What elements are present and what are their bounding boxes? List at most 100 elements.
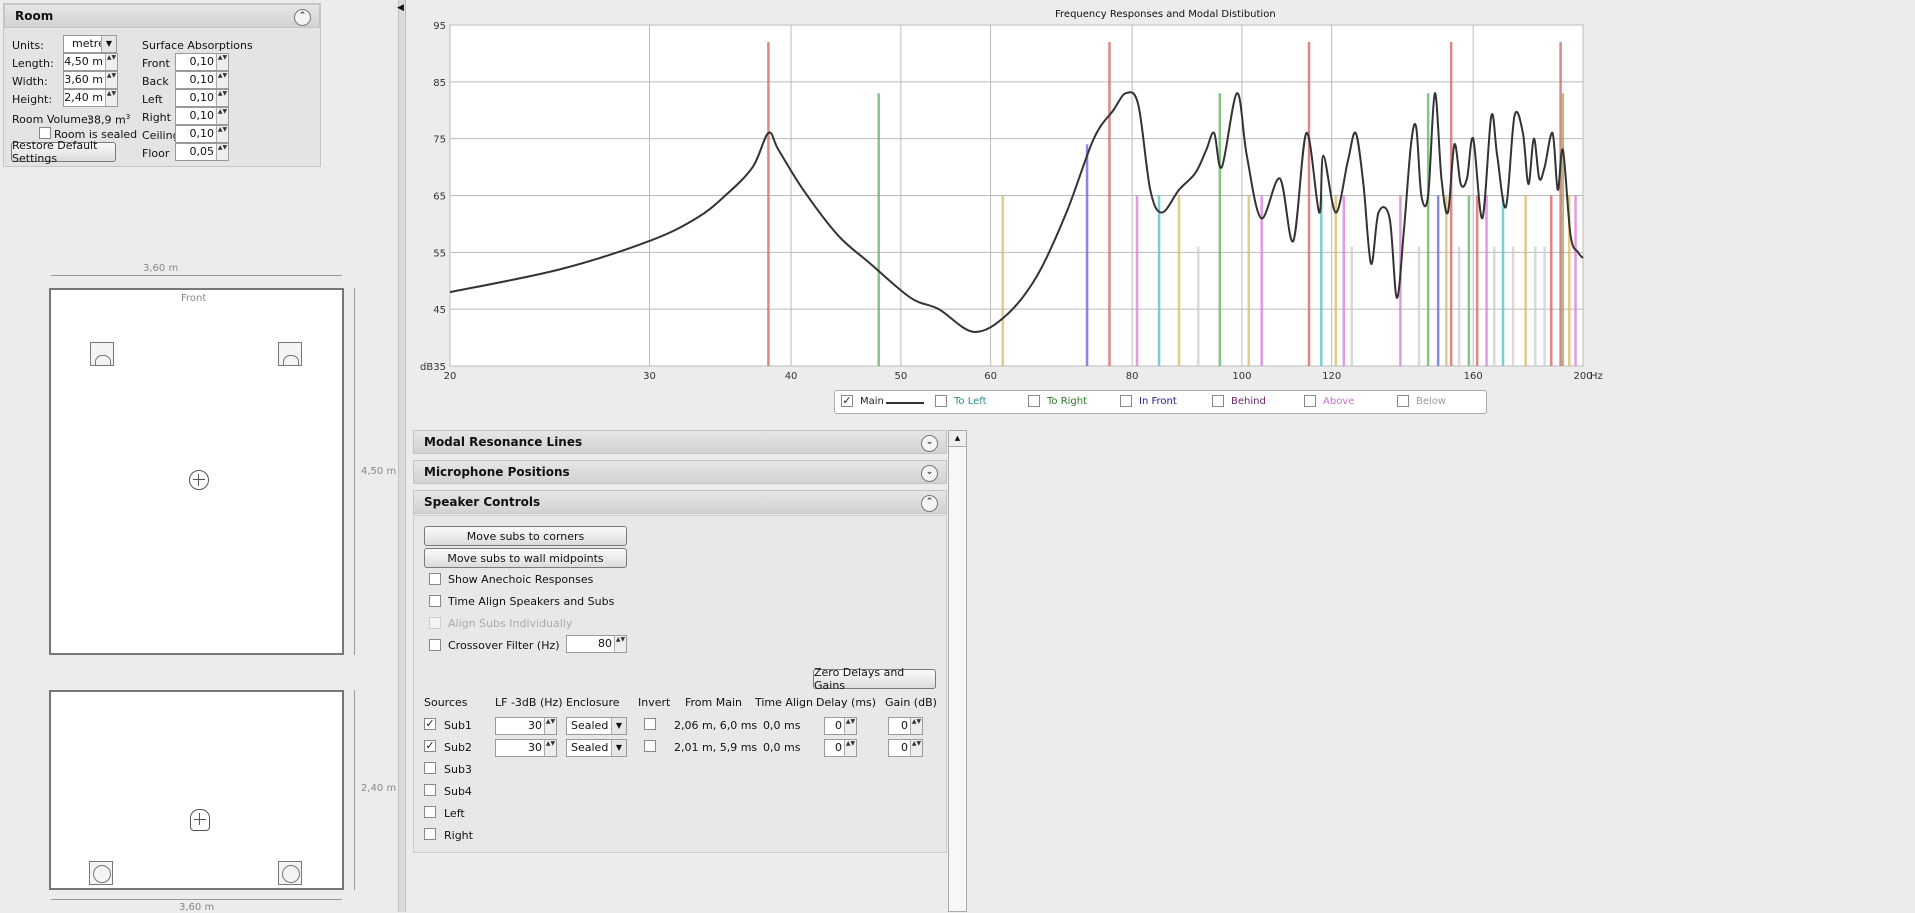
width-value: 3,60 m [64, 73, 103, 86]
source-checkbox-4[interactable] [424, 806, 436, 818]
collapse-up-icon[interactable]: ⌃ [921, 495, 938, 512]
x-unit-label: Hz [1590, 371, 1603, 382]
surface-value: 0,10 [189, 73, 215, 86]
source-checkbox-3[interactable] [424, 784, 436, 796]
length-spinner[interactable]: 4,50 m ▲▼ [63, 53, 118, 71]
spin-arrows-icon[interactable]: ▲▼ [216, 108, 228, 124]
x-tick-label: 40 [785, 371, 798, 382]
y-tick-label: 55 [433, 248, 446, 259]
elevation-bottom-dimension-line [51, 899, 342, 900]
restore-defaults-button[interactable]: Restore Default Settings [11, 139, 116, 165]
units-select[interactable]: metres ▼ [63, 35, 117, 53]
surface-label-3: Right [142, 111, 171, 124]
spin-arrows-icon[interactable]: ▲▼ [544, 718, 556, 734]
spin-arrows-icon[interactable]: ▲▼ [844, 740, 856, 756]
spin-arrows-icon[interactable]: ▲▼ [216, 144, 228, 160]
speaker-right-icon[interactable] [278, 342, 302, 366]
legend-checkbox-5[interactable] [1304, 395, 1316, 407]
spin-arrows-icon[interactable]: ▲▼ [216, 72, 228, 88]
speaker-controls-panel-header[interactable]: Speaker Controls ⌃ [413, 490, 947, 514]
spin-arrows-icon[interactable]: ▲▼ [910, 740, 922, 756]
legend-label-1: To Left [954, 396, 987, 407]
source-lf-value: 30 [528, 719, 542, 732]
spin-arrows-icon[interactable]: ▲▼ [544, 740, 556, 756]
move-subs-corners-button[interactable]: Move subs to corners [424, 526, 627, 546]
dropdown-arrow-icon[interactable]: ▼ [611, 740, 626, 756]
spin-arrows-icon[interactable]: ▲▼ [105, 72, 117, 88]
legend-checkbox-6[interactable] [1397, 395, 1409, 407]
source-checkbox-5[interactable] [424, 828, 436, 840]
spin-arrows-icon[interactable]: ▲▼ [844, 718, 856, 734]
panel-scrollbar[interactable]: ▲ [948, 430, 967, 912]
source-invert-checkbox[interactable] [644, 718, 656, 730]
source-lf-spinner[interactable]: 30 ▲▼ [495, 739, 557, 757]
length-label: Length: [12, 57, 54, 70]
width-spinner[interactable]: 3,60 m ▲▼ [63, 71, 118, 89]
time-align-checkbox[interactable] [429, 595, 441, 607]
room-plan-top[interactable]: Front [49, 288, 344, 655]
room-sealed-checkbox[interactable] [39, 127, 51, 139]
frequency-response-chart[interactable]: 20 30 40 50 60 80 100 120 160 20035455565758595dB… [410, 20, 1915, 390]
sub2-elevation-icon[interactable] [278, 861, 302, 885]
dropdown-arrow-icon[interactable]: ▼ [101, 36, 116, 52]
scroll-up-button[interactable]: ▲ [949, 431, 966, 447]
sub1-elevation-icon[interactable] [89, 861, 113, 885]
source-lf-spinner[interactable]: 30 ▲▼ [495, 717, 557, 735]
source-checkbox-2[interactable] [424, 762, 436, 774]
spin-arrows-icon[interactable]: ▲▼ [910, 718, 922, 734]
surface-spinner-3[interactable]: 0,10 ▲▼ [175, 107, 229, 125]
room-panel-header[interactable]: Room ⌃ [4, 4, 320, 28]
splitter[interactable]: ◀ [397, 0, 406, 912]
room-plan-elevation[interactable] [49, 690, 344, 890]
surface-spinner-4[interactable]: 0,10 ▲▼ [175, 125, 229, 143]
legend-checkbox-2[interactable] [1028, 395, 1040, 407]
spin-arrows-icon[interactable]: ▲▼ [105, 90, 117, 106]
dropdown-arrow-icon[interactable]: ▼ [611, 718, 626, 734]
spin-arrows-icon[interactable]: ▲▼ [105, 54, 117, 70]
elevation-side-dimension-line [354, 690, 355, 890]
spin-arrows-icon[interactable]: ▲▼ [614, 636, 626, 652]
source-name-3: Sub4 [444, 785, 472, 798]
surface-spinner-1[interactable]: 0,10 ▲▼ [175, 71, 229, 89]
spin-arrows-icon[interactable]: ▲▼ [216, 126, 228, 142]
height-spinner[interactable]: 2,40 m ▲▼ [63, 89, 118, 107]
x-tick-label: 80 [1126, 371, 1139, 382]
surface-label-2: Left [142, 93, 163, 106]
microphone-elevation-icon[interactable] [190, 809, 210, 831]
surface-spinner-2[interactable]: 0,10 ▲▼ [175, 89, 229, 107]
collapse-up-icon[interactable]: ⌃ [294, 9, 311, 26]
source-checkbox-0[interactable]: ✓ [424, 718, 436, 730]
splitter-arrow-icon[interactable]: ◀ [397, 3, 404, 13]
source-gain-spinner[interactable]: 0 ▲▼ [888, 717, 923, 735]
anechoic-checkbox[interactable] [429, 573, 441, 585]
x-tick-label: 120 [1322, 371, 1341, 382]
microphone-positions-panel-header[interactable]: Microphone Positions ⌄ [413, 460, 947, 484]
legend-checkbox-0[interactable]: ✓ [841, 395, 853, 407]
source-delay-spinner[interactable]: 0 ▲▼ [824, 739, 857, 757]
surface-spinner-0[interactable]: 0,10 ▲▼ [175, 53, 229, 71]
source-enclosure-select[interactable]: Sealed ▼ [566, 717, 627, 735]
legend-checkbox-4[interactable] [1212, 395, 1224, 407]
expand-down-icon[interactable]: ⌄ [921, 465, 938, 482]
modal-resonance-title: Modal Resonance Lines [424, 435, 583, 449]
legend-checkbox-3[interactable] [1120, 395, 1132, 407]
align-individually-checkbox[interactable] [429, 617, 441, 629]
spin-arrows-icon[interactable]: ▲▼ [216, 90, 228, 106]
source-gain-spinner[interactable]: 0 ▲▼ [888, 739, 923, 757]
legend-checkbox-1[interactable] [935, 395, 947, 407]
time-align-label: Time Align Speakers and Subs [448, 595, 615, 608]
crossover-checkbox[interactable] [429, 639, 441, 651]
expand-down-icon[interactable]: ⌄ [921, 435, 938, 452]
speaker-left-icon[interactable] [90, 342, 114, 366]
microphone-icon[interactable] [189, 470, 209, 490]
modal-resonance-panel-header[interactable]: Modal Resonance Lines ⌄ [413, 430, 947, 454]
crossover-spinner[interactable]: 80 ▲▼ [566, 635, 627, 653]
source-invert-checkbox[interactable] [644, 740, 656, 752]
zero-delays-gains-button[interactable]: Zero Delays and Gains [813, 666, 936, 692]
source-checkbox-1[interactable]: ✓ [424, 740, 436, 752]
spin-arrows-icon[interactable]: ▲▼ [216, 54, 228, 70]
source-enclosure-select[interactable]: Sealed ▼ [566, 739, 627, 757]
move-subs-midpoints-button[interactable]: Move subs to wall midpoints [424, 548, 627, 568]
source-delay-spinner[interactable]: 0 ▲▼ [824, 717, 857, 735]
surface-spinner-5[interactable]: 0,05 ▲▼ [175, 143, 229, 161]
